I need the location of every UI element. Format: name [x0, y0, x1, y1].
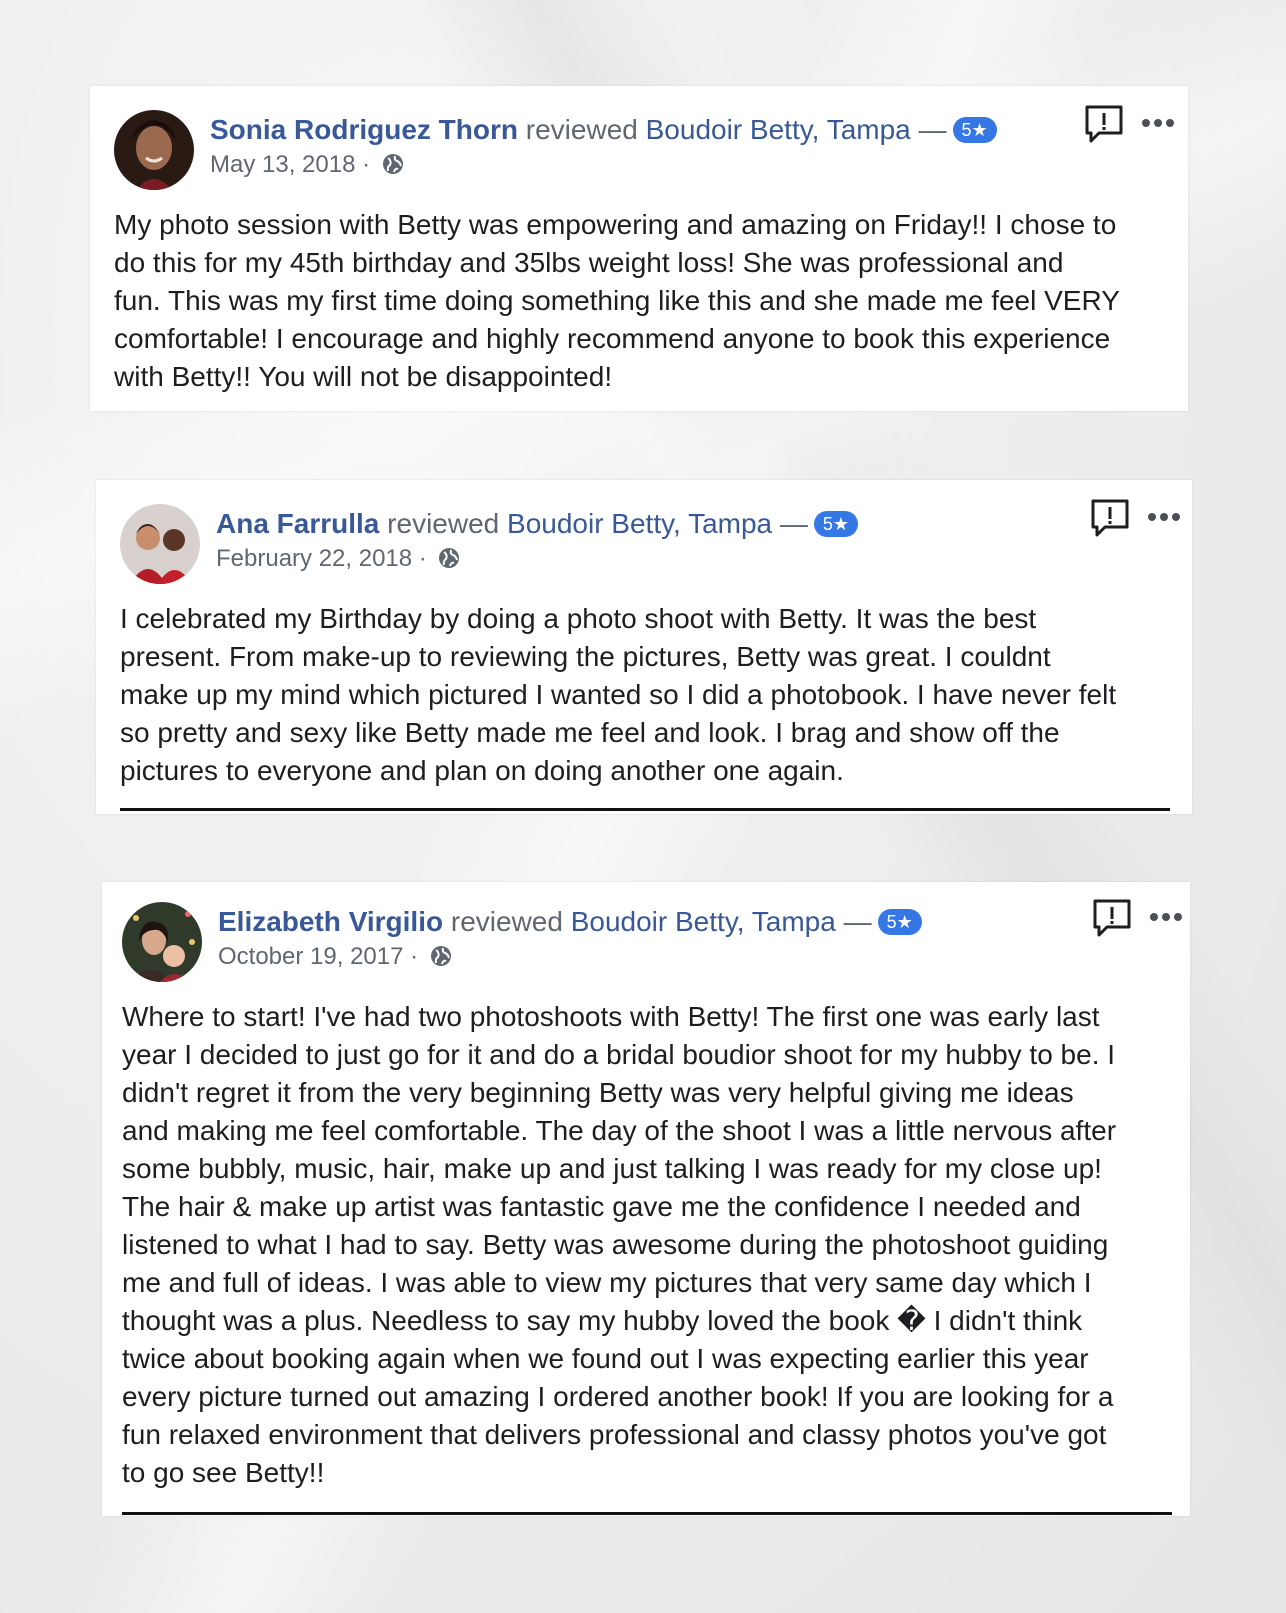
separator-dash: —: [779, 508, 808, 539]
review-text: My photo session with Betty was empoweri…: [114, 209, 1120, 392]
rating-badge: 5★: [813, 511, 859, 537]
report-icon[interactable]: [1090, 498, 1130, 538]
reviewed-text: reviewed: [525, 114, 638, 145]
page-link[interactable]: Boudoir Betty, Tampa: [646, 114, 911, 145]
review-text: I celebrated my Birthday by doing a phot…: [120, 603, 1117, 786]
globe-icon: [437, 546, 461, 578]
review-meta: May 13, 2018 ·: [210, 150, 405, 184]
review-date[interactable]: February 22, 2018 ·: [216, 545, 427, 572]
review-date[interactable]: October 19, 2017 ·: [218, 943, 418, 970]
reviewer-name[interactable]: Ana Farrulla: [216, 508, 379, 539]
avatar[interactable]: [114, 110, 194, 190]
avatar[interactable]: [122, 902, 202, 982]
rating-badge: 5★: [877, 909, 922, 935]
review-card: Elizabeth Virgilio reviewed Boudoir Bett…: [102, 882, 1190, 1516]
review-date[interactable]: May 13, 2018 ·: [210, 151, 370, 178]
reviewer-name[interactable]: Elizabeth Virgilio: [218, 906, 443, 937]
more-options-icon[interactable]: [1146, 510, 1182, 524]
globe-icon: [429, 944, 453, 976]
divider: [122, 1512, 1172, 1515]
more-options-icon[interactable]: [1140, 116, 1176, 130]
review-meta: February 22, 2018 ·: [216, 544, 461, 578]
review-text: Where to start! I've had two photoshoots…: [122, 1001, 1117, 1488]
review-meta: October 19, 2017 ·: [218, 942, 453, 976]
review-card: Sonia Rodriguez Thorn reviewed Boudoir B…: [90, 86, 1188, 411]
review-card: Ana Farrulla reviewed Boudoir Betty, Tam…: [96, 480, 1192, 814]
review-header: Sonia Rodriguez Thorn reviewed Boudoir B…: [210, 112, 997, 148]
review-header: Ana Farrulla reviewed Boudoir Betty, Tam…: [216, 506, 859, 542]
reviewed-text: reviewed: [450, 906, 563, 937]
divider: [120, 808, 1170, 811]
separator-dash: —: [843, 906, 872, 937]
globe-icon: [381, 152, 405, 184]
report-icon[interactable]: [1092, 898, 1132, 938]
separator-dash: —: [918, 114, 947, 145]
report-icon[interactable]: [1084, 104, 1124, 144]
avatar[interactable]: [120, 504, 200, 584]
page-link[interactable]: Boudoir Betty, Tampa: [571, 906, 836, 937]
review-header: Elizabeth Virgilio reviewed Boudoir Bett…: [218, 904, 922, 940]
page-link[interactable]: Boudoir Betty, Tampa: [507, 508, 772, 539]
reviewed-text: reviewed: [387, 508, 500, 539]
rating-badge: 5★: [952, 117, 997, 143]
reviewer-name[interactable]: Sonia Rodriguez Thorn: [210, 114, 518, 145]
more-options-icon[interactable]: [1148, 910, 1184, 924]
